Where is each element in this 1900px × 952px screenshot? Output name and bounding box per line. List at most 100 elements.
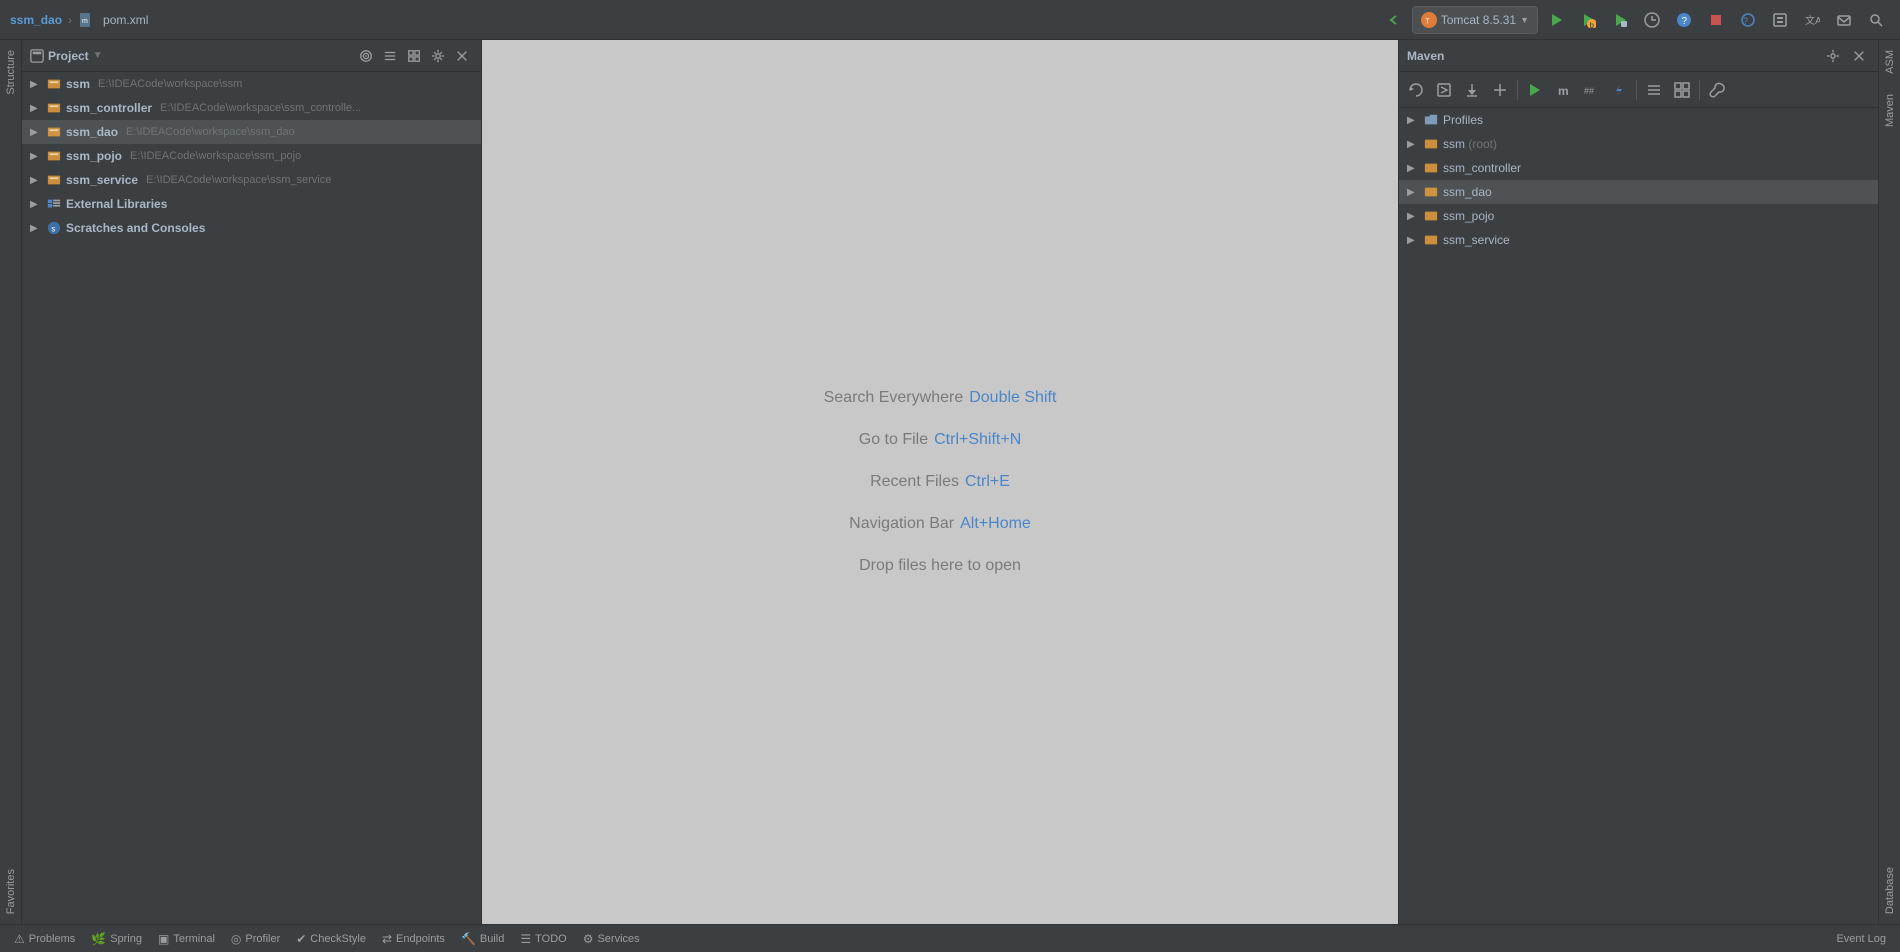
stop-button[interactable] (1702, 6, 1730, 34)
left-side-tabs: Structure Favorites (0, 40, 22, 924)
endpoints-tab[interactable]: ⇄ Endpoints (376, 927, 451, 951)
ssm-pojo-module-icon (1423, 208, 1439, 224)
expand-all-btn[interactable] (403, 45, 425, 67)
hint-goto-key: Ctrl+Shift+N (934, 431, 1021, 449)
maven-toolbar-sep2 (1636, 80, 1637, 100)
event-log-tab[interactable]: Event Log (1830, 927, 1892, 951)
project-panel-header: Project ▼ (22, 40, 481, 72)
debug-button[interactable]: b (1574, 6, 1602, 34)
maven-lifecycle-btn[interactable]: ## (1578, 77, 1604, 103)
structure-tab[interactable]: Structure (2, 40, 20, 105)
favorites-tab[interactable]: Favorites (2, 859, 20, 924)
terminal-tab[interactable]: ▣ Terminal (152, 927, 221, 951)
maven-collapse-btn[interactable] (1641, 77, 1667, 103)
svg-text:b: b (1590, 21, 1595, 28)
maven-ssm-pojo-label: ssm_pojo (1443, 209, 1494, 223)
maven-ssm-service-label: ssm_service (1443, 233, 1510, 247)
maven-settings-btn[interactable] (1822, 45, 1844, 67)
svg-text:m: m (1558, 84, 1569, 98)
tree-item-ssm-pojo[interactable]: ▶ ssm_pojo E:\IDEACode\workspace\ssm_poj… (22, 144, 481, 168)
tree-item-ssm[interactable]: ▶ ssm E:\IDEACode\workspace\ssm (22, 72, 481, 96)
back-button[interactable] (1380, 6, 1408, 34)
tree-arrow: ▶ (30, 175, 42, 186)
breadcrumb-separator: › (68, 13, 72, 27)
maven-run-btn[interactable] (1522, 77, 1548, 103)
maven-expand-btn[interactable] (1669, 77, 1695, 103)
scope-btn[interactable] (355, 45, 377, 67)
maven-item-profiles[interactable]: ▶ Profiles (1399, 108, 1878, 132)
database-tab[interactable]: Database (1881, 857, 1899, 924)
maven-side-tab[interactable]: Maven (1881, 84, 1899, 137)
hint-recent-files: Recent Files Ctrl+E (870, 473, 1010, 491)
build-label: Build (480, 933, 504, 945)
profiler-tab[interactable]: ◎ Profiler (225, 927, 286, 951)
asm-tab[interactable]: ASM (1881, 40, 1899, 84)
maven-m-btn[interactable]: m (1550, 77, 1576, 103)
tree-item-ssm-dao[interactable]: ▶ ssm_dao E:\IDEACode\workspace\ssm_dao (22, 120, 481, 144)
close-panel-btn[interactable] (451, 45, 473, 67)
maven-panel: Maven (1398, 40, 1878, 924)
project-panel: Project ▼ (22, 40, 482, 924)
maven-item-ssm[interactable]: ▶ ssm (root) (1399, 132, 1878, 156)
maven-arrow-ssm-pojo: ▶ (1407, 211, 1419, 222)
svg-text:文A: 文A (1805, 14, 1820, 27)
problems-tab[interactable]: ⚠ Problems (8, 927, 81, 951)
scratches-label: Scratches and Consoles (66, 221, 205, 235)
spring-label: Spring (110, 933, 142, 945)
build-tab[interactable]: 🔨 Build (455, 927, 510, 951)
endpoints-icon: ⇄ (382, 932, 392, 946)
maven-wrench-btn[interactable] (1704, 77, 1730, 103)
services-tab[interactable]: ⚙ Services (577, 927, 646, 951)
svg-text:?: ? (1682, 16, 1688, 27)
maven-tree: ▶ Profiles ▶ ssm (root) ▶ ssm_c (1399, 108, 1878, 924)
project-dropdown-arrow[interactable]: ▼ (93, 50, 103, 61)
spring-tab[interactable]: 🌿 Spring (85, 927, 148, 951)
tomcat-run-config[interactable]: T Tomcat 8.5.31 ▼ (1412, 6, 1538, 34)
todo-label: TODO (535, 933, 567, 945)
tree-arrow: ▶ (30, 151, 42, 162)
maven-download-btn[interactable] (1459, 77, 1485, 103)
maven-item-ssm-dao[interactable]: ▶ ssm_dao (1399, 180, 1878, 204)
tree-item-scratches[interactable]: ▶ s Scratches and Consoles (22, 216, 481, 240)
maven-arrow-ssm-dao: ▶ (1407, 187, 1419, 198)
search-button[interactable] (1862, 6, 1890, 34)
tree-arrow: ▶ (30, 79, 42, 90)
maven-lightning-btn[interactable] (1606, 77, 1632, 103)
tomcat-dropdown-arrow: ▼ (1520, 15, 1529, 25)
title-bar: ssm_dao › m pom.xml T Tomcat 8.5.31 ▼ (0, 0, 1900, 40)
maven-refresh-btn[interactable] (1403, 77, 1429, 103)
svg-text:T: T (1425, 18, 1430, 25)
todo-tab[interactable]: ☰ TODO (514, 927, 572, 951)
maven-close-btn[interactable] (1848, 45, 1870, 67)
tree-item-external-libraries[interactable]: ▶ External Libraries (22, 192, 481, 216)
maven-add-btn[interactable] (1487, 77, 1513, 103)
tree-item-ssm-service[interactable]: ▶ ssm_service E:\IDEACode\workspace\ssm_… (22, 168, 481, 192)
ssm-service-name: ssm_service (66, 173, 138, 187)
collapse-all-btn[interactable] (379, 45, 401, 67)
tree-item-ssm-controller[interactable]: ▶ ssm_controller E:\IDEACode\workspace\s… (22, 96, 481, 120)
checkstyle-tab[interactable]: ✔ CheckStyle (290, 927, 372, 951)
maven-item-ssm-pojo[interactable]: ▶ ssm_pojo (1399, 204, 1878, 228)
scratches-icon: s (46, 220, 62, 236)
editor-area[interactable]: Search Everywhere Double Shift Go to Fil… (482, 40, 1398, 924)
help-button[interactable]: ? (1670, 6, 1698, 34)
mail-button[interactable] (1830, 6, 1858, 34)
profile-button[interactable] (1638, 6, 1666, 34)
finder-button[interactable] (1766, 6, 1794, 34)
terminal-label: Terminal (173, 933, 215, 945)
profiler-label: Profiler (245, 933, 280, 945)
coverage-button[interactable] (1606, 6, 1634, 34)
ssm-dao-name: ssm_dao (66, 125, 118, 139)
project-header-tools (355, 45, 473, 67)
maven-item-ssm-controller[interactable]: ▶ ssm_controller (1399, 156, 1878, 180)
hint-recent-key: Ctrl+E (965, 473, 1010, 491)
maven-item-ssm-service[interactable]: ▶ ssm_service (1399, 228, 1878, 252)
hint-goto-label: Go to File (859, 431, 928, 449)
settings-btn[interactable] (427, 45, 449, 67)
update-button[interactable]: ? (1734, 6, 1762, 34)
run-button[interactable] (1542, 6, 1570, 34)
translate-button[interactable]: 文A (1798, 6, 1826, 34)
external-libraries-icon (46, 196, 62, 212)
maven-generate-btn[interactable] (1431, 77, 1457, 103)
ssm-module-icon (1423, 136, 1439, 152)
